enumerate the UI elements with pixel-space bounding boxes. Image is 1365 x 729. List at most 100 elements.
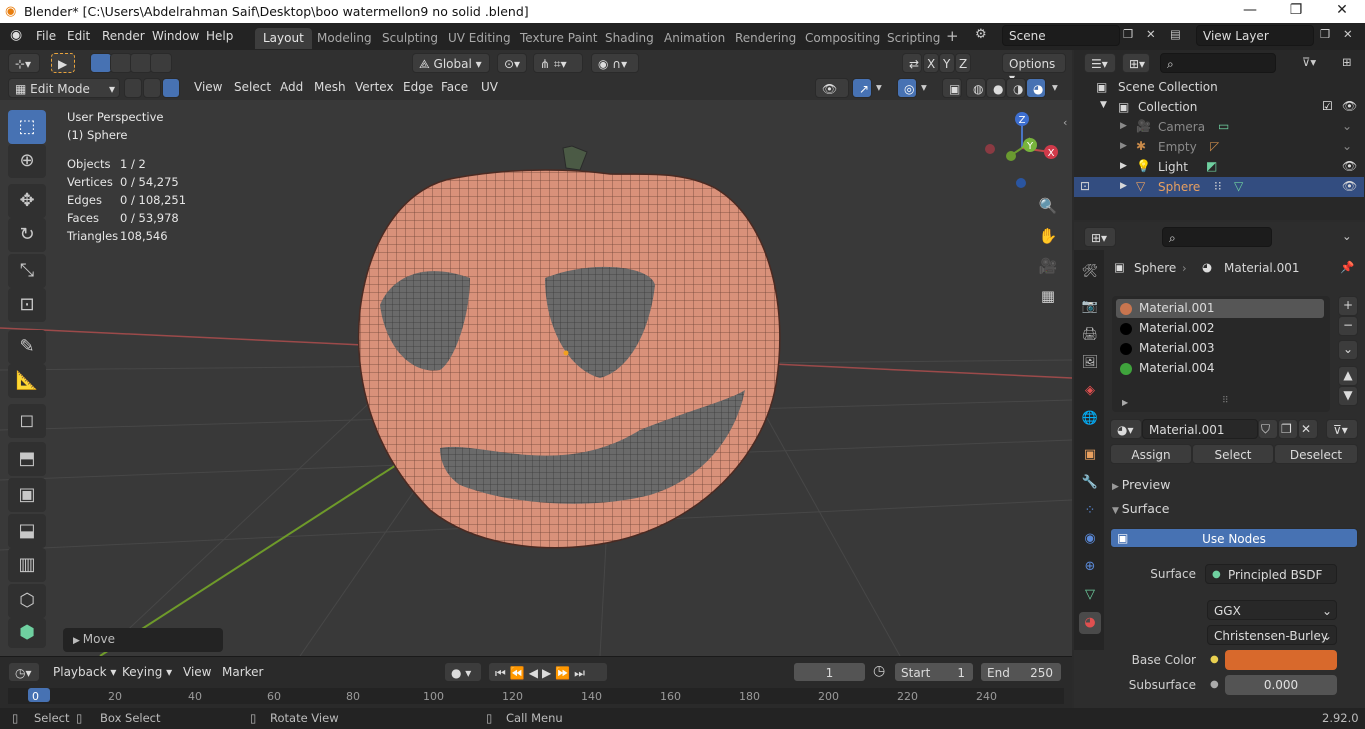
inset-tool[interactable]: ▣ [8,478,46,512]
use-nodes-button[interactable]: ▣ Use Nodes [1110,528,1358,548]
header-menu-vertex[interactable]: Vertex [355,80,394,94]
axis-x-toggle[interactable]: X [923,53,939,73]
header-menu-view[interactable]: View [194,80,222,94]
ortho-grid-icon[interactable]: ▦ [1036,284,1060,308]
preview-range-icon[interactable]: ◷ [873,663,885,679]
mirror-options-icon[interactable]: ⇄ [902,53,922,73]
delete-view-layer-icon[interactable]: ✕ [1343,27,1353,41]
surface-shader-field[interactable]: ● Principled BSDF [1205,564,1337,584]
distribution-dropdown[interactable]: GGX ⌄ [1207,600,1337,620]
annotate-tool[interactable]: ✎ [8,330,46,364]
view-layer-icon[interactable]: ▤ [1170,27,1181,41]
new-collection-icon[interactable]: ⊞ [1342,55,1352,69]
gizmo-neg-x-circle[interactable] [985,144,995,154]
blender-menu-icon[interactable]: ◉ [10,27,22,43]
axis-y-toggle[interactable]: Y [939,53,955,73]
scene-tab-icon[interactable]: ◈ [1079,380,1101,402]
tab-layout[interactable]: Layout [255,28,312,49]
shading-material[interactable]: ◑ [1006,78,1026,98]
last-operator-panel[interactable]: ▶ Move [63,628,223,652]
header-menu-face[interactable]: Face [441,80,468,94]
shading-solid[interactable]: ● [986,78,1006,98]
visibility-eye-icon[interactable]: 👁 [1342,179,1357,193]
gizmo-neg-y-circle[interactable] [1006,151,1016,161]
outliner-row-empty[interactable]: ▶ ✱ Empty ◸ ⌄ [1074,137,1364,157]
unlink-material-icon[interactable]: ✕ [1298,419,1318,439]
base-color-swatch[interactable] [1225,650,1337,670]
zoom-icon[interactable]: 🔍 [1036,194,1060,218]
material-slot-1[interactable]: Material.001 [1116,299,1324,318]
rotate-tool[interactable]: ↻ [8,218,46,252]
duplicate-material-icon[interactable]: ❐ [1278,419,1298,439]
timeline-menu-marker[interactable]: Marker [222,665,263,679]
editor-type-button[interactable]: ⊹▾ [8,53,40,73]
material-slot-3[interactable]: Material.003 [1116,339,1324,358]
outliner-row-camera[interactable]: ▶ 🎥 Camera ▭ ⌄ [1074,117,1364,137]
select-mode-intersect[interactable] [150,53,172,73]
select-button[interactable]: Select [1192,444,1274,464]
shading-wireframe[interactable]: ◍ [966,78,986,98]
shading-dropdown-icon[interactable]: ▾ [1052,80,1058,94]
surface-panel-header[interactable]: ▼ Surface [1112,501,1169,516]
pin-icon[interactable]: 📌 [1340,260,1354,274]
select-mode-new[interactable] [90,53,112,73]
face-select-mode[interactable] [162,78,180,98]
tab-texture-paint[interactable]: Texture Paint [512,28,605,49]
properties-search-input[interactable]: ⌕ [1162,227,1272,247]
tool-tab-icon[interactable]: 🛠 [1079,261,1101,283]
new-view-layer-icon[interactable]: ❐ [1320,27,1330,41]
select-tool-button[interactable]: ▶ [51,53,75,73]
options-dropdown[interactable]: Options ▾ [1002,53,1066,85]
material-slot-4[interactable]: Material.004 [1116,359,1324,378]
view-layer-tab-icon[interactable]: 🖼 [1079,352,1101,374]
move-tool[interactable]: ✥ [8,184,46,218]
material-tab-icon[interactable]: ◕ [1079,612,1101,634]
menu-window[interactable]: Window [152,29,199,43]
render-tab-icon[interactable]: 📷 [1079,296,1101,318]
move-slot-down-button[interactable]: ▼ [1338,386,1358,406]
properties-options-icon[interactable]: ⌄ [1342,229,1352,243]
timeline-menu-keying[interactable]: Keying ▾ [122,665,172,679]
scene-icon[interactable]: ⚙ [975,27,987,42]
deselect-button[interactable]: Deselect [1274,444,1358,464]
tab-uv-editing[interactable]: UV Editing [440,28,519,49]
measure-tool[interactable]: 📐 [8,364,46,398]
add-workspace-button[interactable]: + [946,27,959,45]
axis-z-toggle[interactable]: Z [955,53,971,73]
outliner-search-input[interactable]: ⌕ [1160,53,1276,73]
header-menu-edge[interactable]: Edge [403,80,433,94]
extrude-tool[interactable]: ⬒ [8,442,46,476]
timeline-menu-view[interactable]: View [183,665,211,679]
edge-select-mode[interactable] [143,78,161,98]
cursor-tool[interactable]: ⊕ [8,144,46,178]
view-layer-selector[interactable]: View Layer [1196,25,1314,46]
select-box-tool[interactable]: ⬚ [8,110,46,144]
add-slot-button[interactable]: + [1338,296,1358,316]
list-expand-icon[interactable]: ▶ [1122,398,1128,407]
fake-user-icon[interactable]: ⛉ [1258,419,1278,439]
move-slot-up-button[interactable]: ▲ [1338,366,1358,386]
link-dropdown[interactable]: ⊽▾ [1326,419,1358,439]
tab-modeling[interactable]: Modeling [309,28,380,49]
overlay-dropdown-icon[interactable]: ▾ [921,80,927,94]
output-tab-icon[interactable]: 🖨 [1079,324,1101,346]
browse-material-button[interactable]: ◕▾ [1110,419,1142,439]
assign-button[interactable]: Assign [1110,444,1192,464]
slot-specials-button[interactable]: ⌄ [1338,340,1358,360]
outliner-row-collection[interactable]: ▼ ▣ Collection ☑ 👁 [1074,97,1364,117]
outliner-row-sphere[interactable]: ⊡ ▶ ▽ Sphere ⁝⁝ ▽ 👁 [1074,177,1364,197]
menu-help[interactable]: Help [206,29,233,43]
outliner-editor-type[interactable]: ☰▾ [1084,53,1116,73]
particles-tab-icon[interactable]: ⁘ [1079,500,1101,522]
tab-rendering[interactable]: Rendering [727,28,804,49]
poly-build-tool[interactable]: ⬢ [8,618,46,648]
shading-rendered[interactable]: ◕ [1026,78,1046,98]
header-menu-select[interactable]: Select [234,80,271,94]
scale-tool[interactable]: ⤡ [8,254,46,288]
preview-panel-header[interactable]: ▶ Preview [1112,477,1170,492]
minimize-button[interactable]: — [1227,2,1273,18]
bevel-tool[interactable]: ⬓ [8,514,46,548]
visibility-dropdown[interactable]: 👁▾ [815,78,849,110]
filter-icon[interactable]: ⊽▾ [1302,55,1316,69]
close-button[interactable]: ✕ [1319,2,1365,18]
